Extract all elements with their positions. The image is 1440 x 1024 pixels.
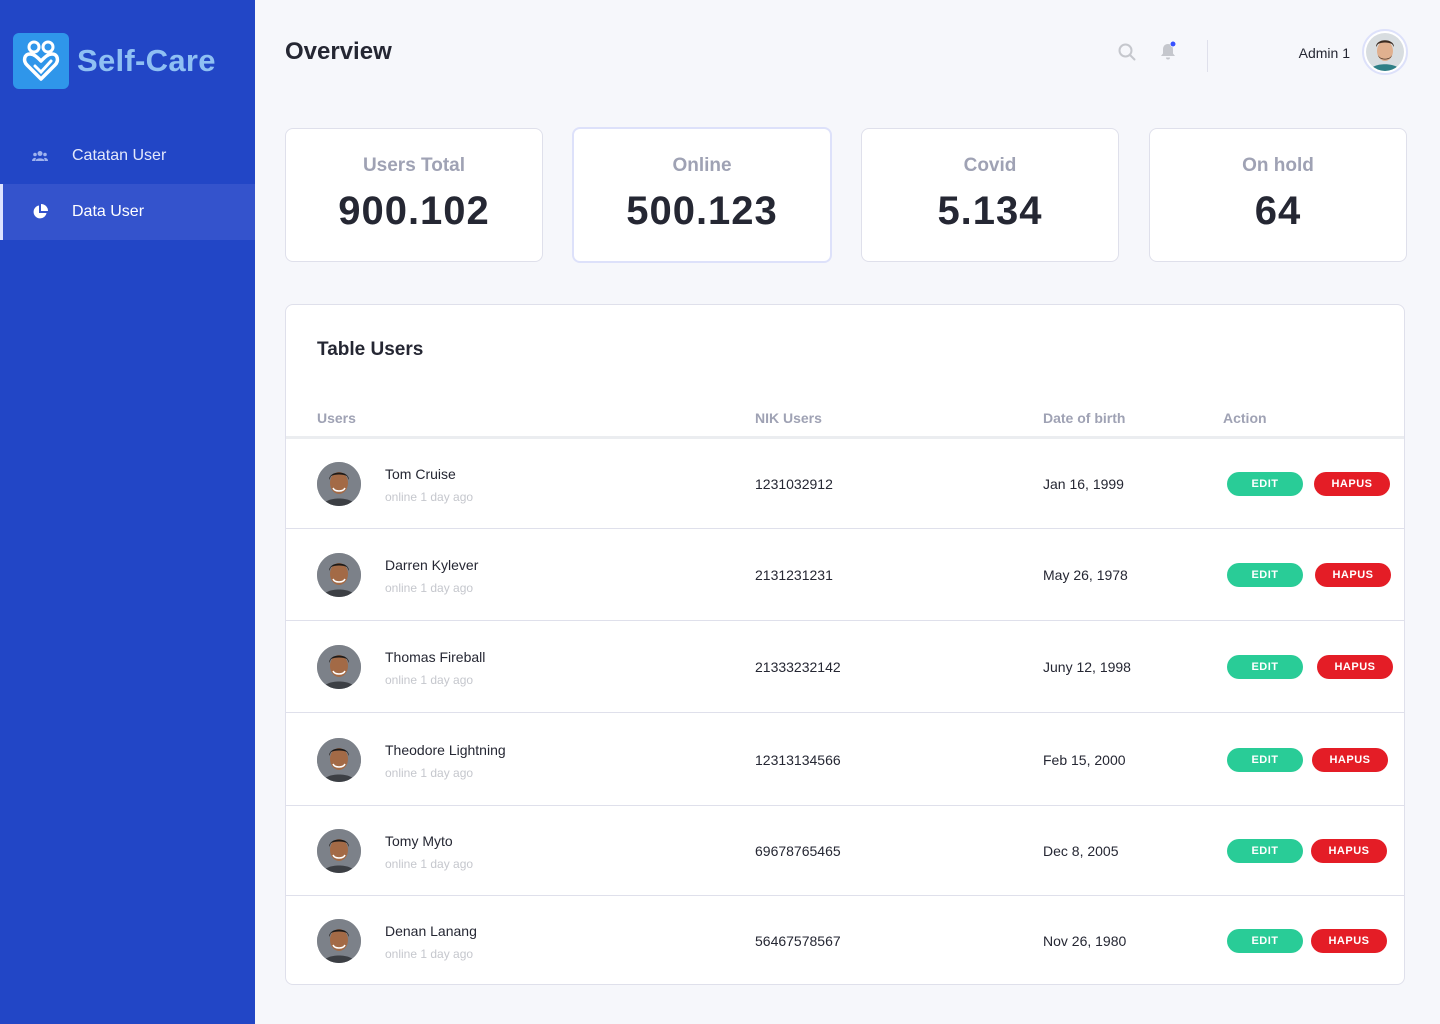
table-row[interactable]: Thomas Fireball online 1 day ago 2133323… <box>286 621 1404 713</box>
delete-button[interactable]: HAPUS <box>1312 747 1388 772</box>
user-nik: 69678765465 <box>755 843 841 859</box>
user-status: online 1 day ago <box>385 673 474 687</box>
user-nik: 12313134566 <box>755 751 841 768</box>
delete-button[interactable]: HAPUS <box>1315 563 1391 587</box>
page-title: Overview <box>285 38 392 65</box>
user-avatar <box>317 553 361 597</box>
users-table-card: Table Users Users NIK Users Date of birt… <box>285 304 1405 985</box>
user-avatar <box>317 919 361 963</box>
stat-value: 5.134 <box>937 189 1043 233</box>
table-title: Table Users <box>317 339 424 360</box>
edit-button[interactable]: EDIT <box>1227 472 1303 496</box>
brand-name: Self-Care <box>77 43 216 78</box>
stat-card-users-total[interactable]: Users Total 900.102 <box>285 128 543 262</box>
user-nik: 56467578567 <box>755 933 841 949</box>
sidebar-nav: Catatan User Data User <box>0 128 255 240</box>
user-status: online 1 day ago <box>385 581 474 595</box>
user-nik: 21333232142 <box>755 659 841 675</box>
sidebar: Self-Care Catatan User Data User <box>0 0 255 1024</box>
edit-button[interactable]: EDIT <box>1227 929 1303 953</box>
user-dob: Feb 15, 2000 <box>1043 751 1126 768</box>
user-avatar <box>317 645 361 689</box>
stat-card-covid[interactable]: Covid 5.134 <box>861 128 1119 262</box>
admin-name[interactable]: Admin 1 <box>1240 45 1350 61</box>
column-header-nik[interactable]: NIK Users <box>755 410 822 426</box>
table-row[interactable]: Denan Lanang online 1 day ago 5646757856… <box>286 896 1404 984</box>
table-row[interactable]: Tom Cruise online 1 day ago 1231032912 J… <box>286 439 1404 529</box>
user-name: Denan Lanang <box>385 923 477 939</box>
sidebar-item-label: Data User <box>72 203 145 220</box>
column-header-dob[interactable]: Date of birth <box>1043 410 1125 426</box>
user-avatar <box>317 462 361 506</box>
user-dob: May 26, 1978 <box>1043 567 1128 583</box>
stat-label: Covid <box>963 155 1017 176</box>
stat-label: On hold <box>1242 155 1314 176</box>
user-avatar <box>317 737 361 782</box>
table-row[interactable]: Theodore Lightning online 1 day ago 1231… <box>286 713 1404 806</box>
delete-button[interactable]: HAPUS <box>1314 472 1390 496</box>
table-row[interactable]: Tomy Myto online 1 day ago 69678765465 D… <box>286 806 1404 896</box>
self-care-logo-icon <box>13 33 69 89</box>
admin-avatar[interactable] <box>1362 29 1408 75</box>
table-row[interactable]: Darren Kylever online 1 day ago 21312312… <box>286 529 1404 621</box>
pie-chart-icon <box>32 204 48 220</box>
user-status: online 1 day ago <box>385 490 474 504</box>
stat-label: Users Total <box>362 155 466 176</box>
stat-value: 500.123 <box>626 189 778 233</box>
user-name: Darren Kylever <box>385 557 479 573</box>
users-icon <box>32 148 48 164</box>
column-header-action: Action <box>1223 410 1267 426</box>
notification-bell-icon[interactable] <box>1159 41 1177 61</box>
edit-button[interactable]: EDIT <box>1227 655 1303 679</box>
user-dob: Nov 26, 1980 <box>1043 933 1127 949</box>
sidebar-item-label: Catatan User <box>72 147 167 164</box>
user-status: online 1 day ago <box>385 765 474 780</box>
stat-value: 900.102 <box>338 189 490 233</box>
user-name: Theodore Lightning <box>385 741 506 758</box>
delete-button[interactable]: HAPUS <box>1311 929 1387 953</box>
stat-value: 64 <box>1254 189 1302 233</box>
user-name: Tomy Myto <box>385 833 453 849</box>
sidebar-item-catatan-user[interactable]: Catatan User <box>0 128 255 184</box>
user-nik: 2131231231 <box>755 567 833 583</box>
delete-button[interactable]: HAPUS <box>1311 839 1387 863</box>
stat-label: Online <box>672 155 732 176</box>
edit-button[interactable]: EDIT <box>1227 563 1303 587</box>
edit-button[interactable]: EDIT <box>1227 839 1303 863</box>
edit-button[interactable]: EDIT <box>1227 747 1303 772</box>
user-status: online 1 day ago <box>385 857 474 871</box>
user-name: Tom Cruise <box>385 466 456 482</box>
header-divider <box>1207 40 1208 72</box>
stat-card-on-hold[interactable]: On hold 64 <box>1149 128 1407 262</box>
column-header-users[interactable]: Users <box>317 410 356 426</box>
user-nik: 1231032912 <box>755 476 833 492</box>
delete-button[interactable]: HAPUS <box>1317 655 1393 679</box>
user-status: online 1 day ago <box>385 947 474 961</box>
user-dob: Juny 12, 1998 <box>1043 659 1131 675</box>
sidebar-item-data-user[interactable]: Data User <box>0 184 255 240</box>
search-icon[interactable] <box>1118 43 1136 61</box>
stat-card-online[interactable]: Online 500.123 <box>572 127 832 263</box>
user-dob: Jan 16, 1999 <box>1043 476 1124 492</box>
user-avatar <box>317 829 361 873</box>
brand[interactable]: Self-Care <box>13 33 216 89</box>
user-name: Thomas Fireball <box>385 649 486 665</box>
user-dob: Dec 8, 2005 <box>1043 843 1119 859</box>
